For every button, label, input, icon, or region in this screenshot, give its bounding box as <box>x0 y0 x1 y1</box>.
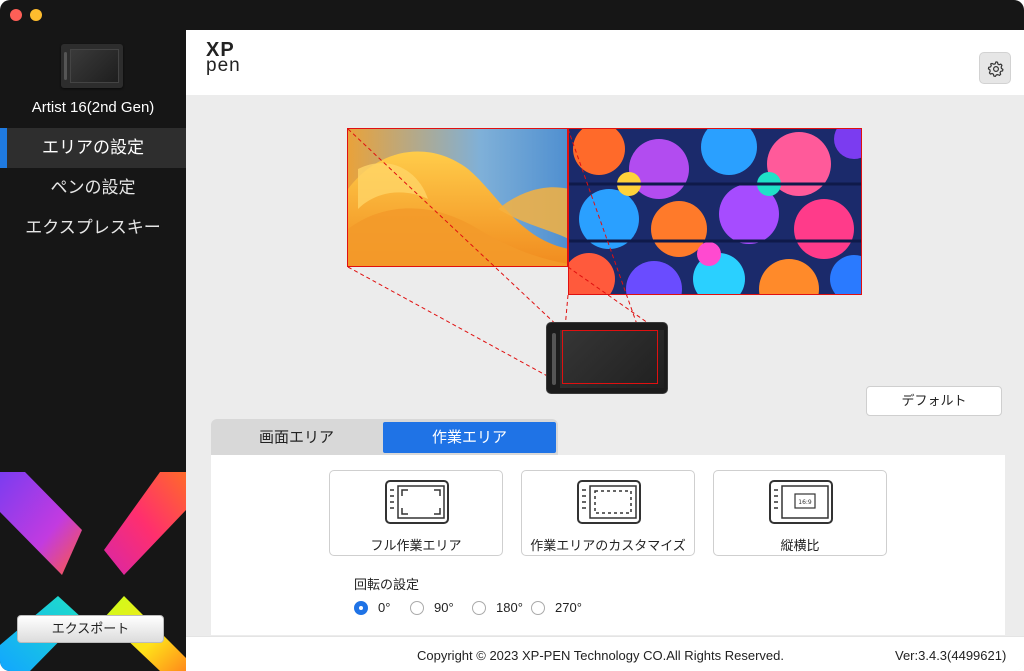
custom-area-icon <box>577 480 641 524</box>
customize-work-area-option[interactable]: 作業エリアのカスタマイズ <box>521 470 695 556</box>
tab-work-area[interactable]: 作業エリア <box>383 422 556 453</box>
work-area-rectangle[interactable] <box>562 330 658 384</box>
aspect-ratio-option[interactable]: 16:9 縦横比 <box>713 470 887 556</box>
xp-pen-logo: XP pen <box>206 39 241 76</box>
close-window-button[interactable] <box>10 9 22 21</box>
minimize-window-button[interactable] <box>30 9 42 21</box>
full-work-area-option[interactable]: フル作業エリア <box>329 470 503 556</box>
full-area-icon <box>385 480 449 524</box>
footer: Copyright © 2023 XP-PEN Technology CO.Al… <box>186 636 1024 671</box>
work-area-panel: フル作業エリア 作業エリアのカスタマイズ 16:9 縦横比 回転の設定 0° 9… <box>211 455 1005 635</box>
export-button[interactable]: エクスポート <box>17 615 164 643</box>
device-name: Artist 16(2nd Gen) <box>31 99 155 116</box>
copyright-text: Copyright © 2023 XP-PEN Technology CO.Al… <box>417 648 785 663</box>
aspect-ratio-icon: 16:9 <box>769 480 833 524</box>
monitor-1-preview[interactable] <box>347 128 568 267</box>
sidebar-item-express-keys[interactable]: エクスプレスキー <box>0 208 186 248</box>
customize-work-area-label: 作業エリアのカスタマイズ <box>530 538 686 553</box>
app-window: Artist 16(2nd Gen) エリアの設定 ペンの設定 エクスプレスキー <box>0 0 1024 671</box>
gear-icon <box>987 61 1004 77</box>
svg-text:16:9: 16:9 <box>798 499 812 506</box>
express-key-strip <box>552 333 556 385</box>
sidebar-item-area-settings[interactable]: エリアの設定 <box>0 128 186 168</box>
monitor-2-preview[interactable] <box>568 128 862 295</box>
header: XP pen <box>186 30 1024 95</box>
version-text: Ver:3.4.3(4499621) <box>895 648 1007 663</box>
sidebar-item-pen-settings[interactable]: ペンの設定 <box>0 168 186 208</box>
area-tab-bar: 画面エリア 作業エリア <box>211 419 558 455</box>
tab-screen-area[interactable]: 画面エリア <box>211 422 382 453</box>
aspect-ratio-label: 縦横比 <box>780 538 820 553</box>
settings-button[interactable] <box>979 52 1011 84</box>
device-thumbnail <box>61 44 123 88</box>
full-work-area-label: フル作業エリア <box>370 538 462 553</box>
sidebar: Artist 16(2nd Gen) エリアの設定 ペンの設定 エクスプレスキー <box>0 30 186 671</box>
window-titlebar <box>0 0 1024 30</box>
default-button[interactable]: デフォルト <box>866 386 1002 416</box>
rotation-settings-title: 回転の設定 <box>354 577 420 592</box>
